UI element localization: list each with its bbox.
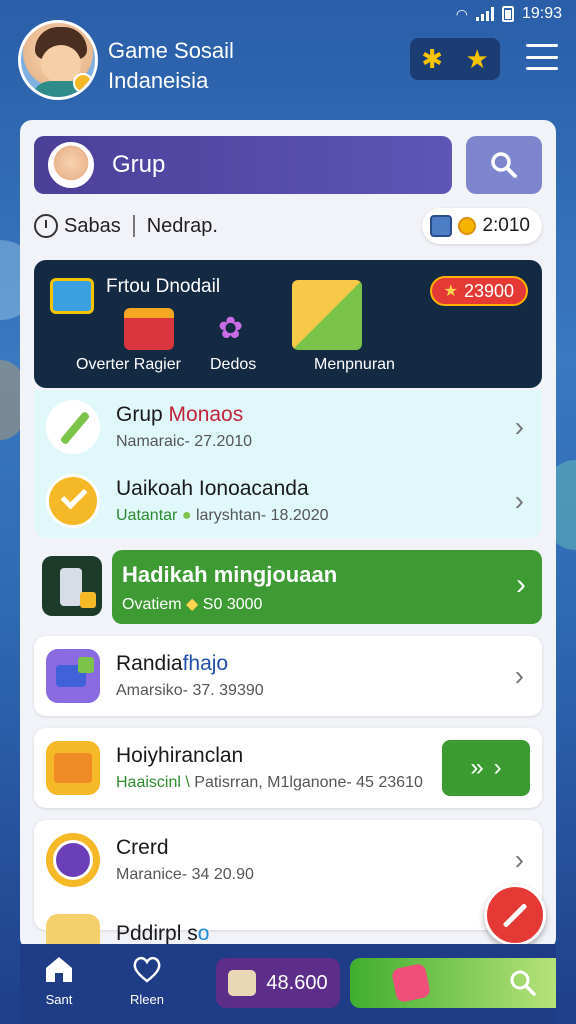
edit-fab[interactable] (484, 884, 546, 946)
nav-favorites[interactable]: Rleen (130, 952, 164, 1007)
reward-label-2: Dedos (210, 356, 257, 373)
flower-icon: ✿ (218, 312, 244, 345)
rewards-badge: ★ 23900 (429, 276, 528, 306)
sparkle-icon[interactable]: ✱ (421, 46, 443, 72)
group-list: Grup Monaos Namaraic- 27.2010 › Uaikoah … (34, 390, 542, 538)
featured-bar[interactable]: Hadikah mingjouaan Ovatiem ◆ S0 3000 › (112, 550, 542, 624)
group-label: Grup (112, 151, 166, 178)
pencil-icon (502, 902, 528, 928)
heart-icon (133, 956, 161, 983)
reward-label-3: Menpnuran (314, 356, 395, 373)
chevron-right-icon: › (514, 411, 524, 442)
go-button[interactable]: » › (442, 740, 530, 796)
nav-coin-balance[interactable]: 48.600 (216, 958, 340, 1008)
coin-amount: 2:010 (482, 215, 530, 236)
list-card[interactable]: Randiafhajo Amarsiko- 37. 39390 › (34, 636, 542, 716)
app-header: Game Sosail Indaneisia ✱ ★ (14, 14, 558, 104)
coin-icon (458, 217, 477, 235)
chest-icon (228, 970, 257, 996)
star-icon[interactable]: ★ (465, 46, 488, 72)
leaf-icon: ● (181, 507, 192, 524)
rewards-title: Frtou Dnodail (106, 276, 221, 297)
main-panel: Grup Sabas Nedrap. 2:010 Frtou Dnodail ★… (20, 120, 556, 950)
list-item[interactable]: Uaikoah Ionoacanda Uatantar ● laryshtan-… (34, 464, 542, 538)
nav-home[interactable]: Sant (42, 952, 76, 1007)
search-icon (510, 970, 536, 996)
header-actions: ✱ ★ (410, 38, 500, 80)
gift-icon (390, 962, 432, 1004)
gift-box-icon (124, 308, 174, 350)
avatar[interactable] (18, 20, 98, 100)
app-title: Game Sosail Indaneisia (108, 38, 234, 93)
chevron-right-icon: › (493, 754, 502, 781)
group-selector[interactable]: Grup (34, 136, 452, 194)
home-icon (46, 957, 72, 982)
search-icon (491, 152, 517, 178)
double-chevron-icon: » (470, 754, 484, 781)
pencil-icon (46, 400, 100, 454)
nav-search[interactable] (350, 958, 556, 1008)
search-button[interactable] (466, 136, 542, 194)
filter-row: Sabas Nedrap. 2:010 (34, 206, 542, 246)
chevron-right-icon: › (516, 568, 526, 601)
menu-icon[interactable] (526, 44, 558, 70)
rewards-banner[interactable]: Frtou Dnodail ★ 23900 ✿ Overter Ragier D… (34, 260, 542, 388)
gift-stack-icon (292, 280, 362, 350)
globe-icon (46, 833, 100, 887)
clock-icon (34, 214, 58, 238)
featured-card[interactable]: Hadikah mingjouaan Ovatiem ◆ S0 3000 › (34, 550, 542, 624)
reward-label-1: Overter Ragier (76, 356, 181, 373)
group-avatar-icon (48, 142, 94, 188)
coin-balance[interactable]: 2:010 (422, 208, 542, 244)
cube-icon (46, 649, 100, 703)
chevron-right-icon: › (514, 485, 524, 516)
reward-chest-icon (50, 278, 94, 314)
list-card[interactable]: Hoiyhiranclan Haaiscinl \ Patisrran, M1l… (34, 728, 542, 808)
thumbs-up-icon (73, 73, 93, 93)
featured-title: Hadikah mingjouaan (122, 562, 338, 587)
bottle-icon (42, 556, 102, 616)
filter-sabas[interactable]: Sabas (64, 215, 121, 238)
chevron-right-icon: › (514, 844, 524, 875)
search-row: Grup (34, 136, 542, 194)
treasure-box-icon (46, 741, 100, 795)
star-icon: ★ (443, 283, 458, 300)
chevron-right-icon: › (514, 660, 524, 691)
check-badge-icon (46, 474, 100, 528)
bottom-nav: Sant Rleen 48.600 (20, 944, 556, 1024)
divider (132, 215, 135, 237)
coin-icon: ◆ (186, 596, 199, 613)
filter-nedrap[interactable]: Nedrap. (147, 215, 218, 238)
list-item[interactable]: Grup Monaos Namaraic- 27.2010 › (34, 390, 542, 464)
gift-icon (430, 215, 453, 237)
